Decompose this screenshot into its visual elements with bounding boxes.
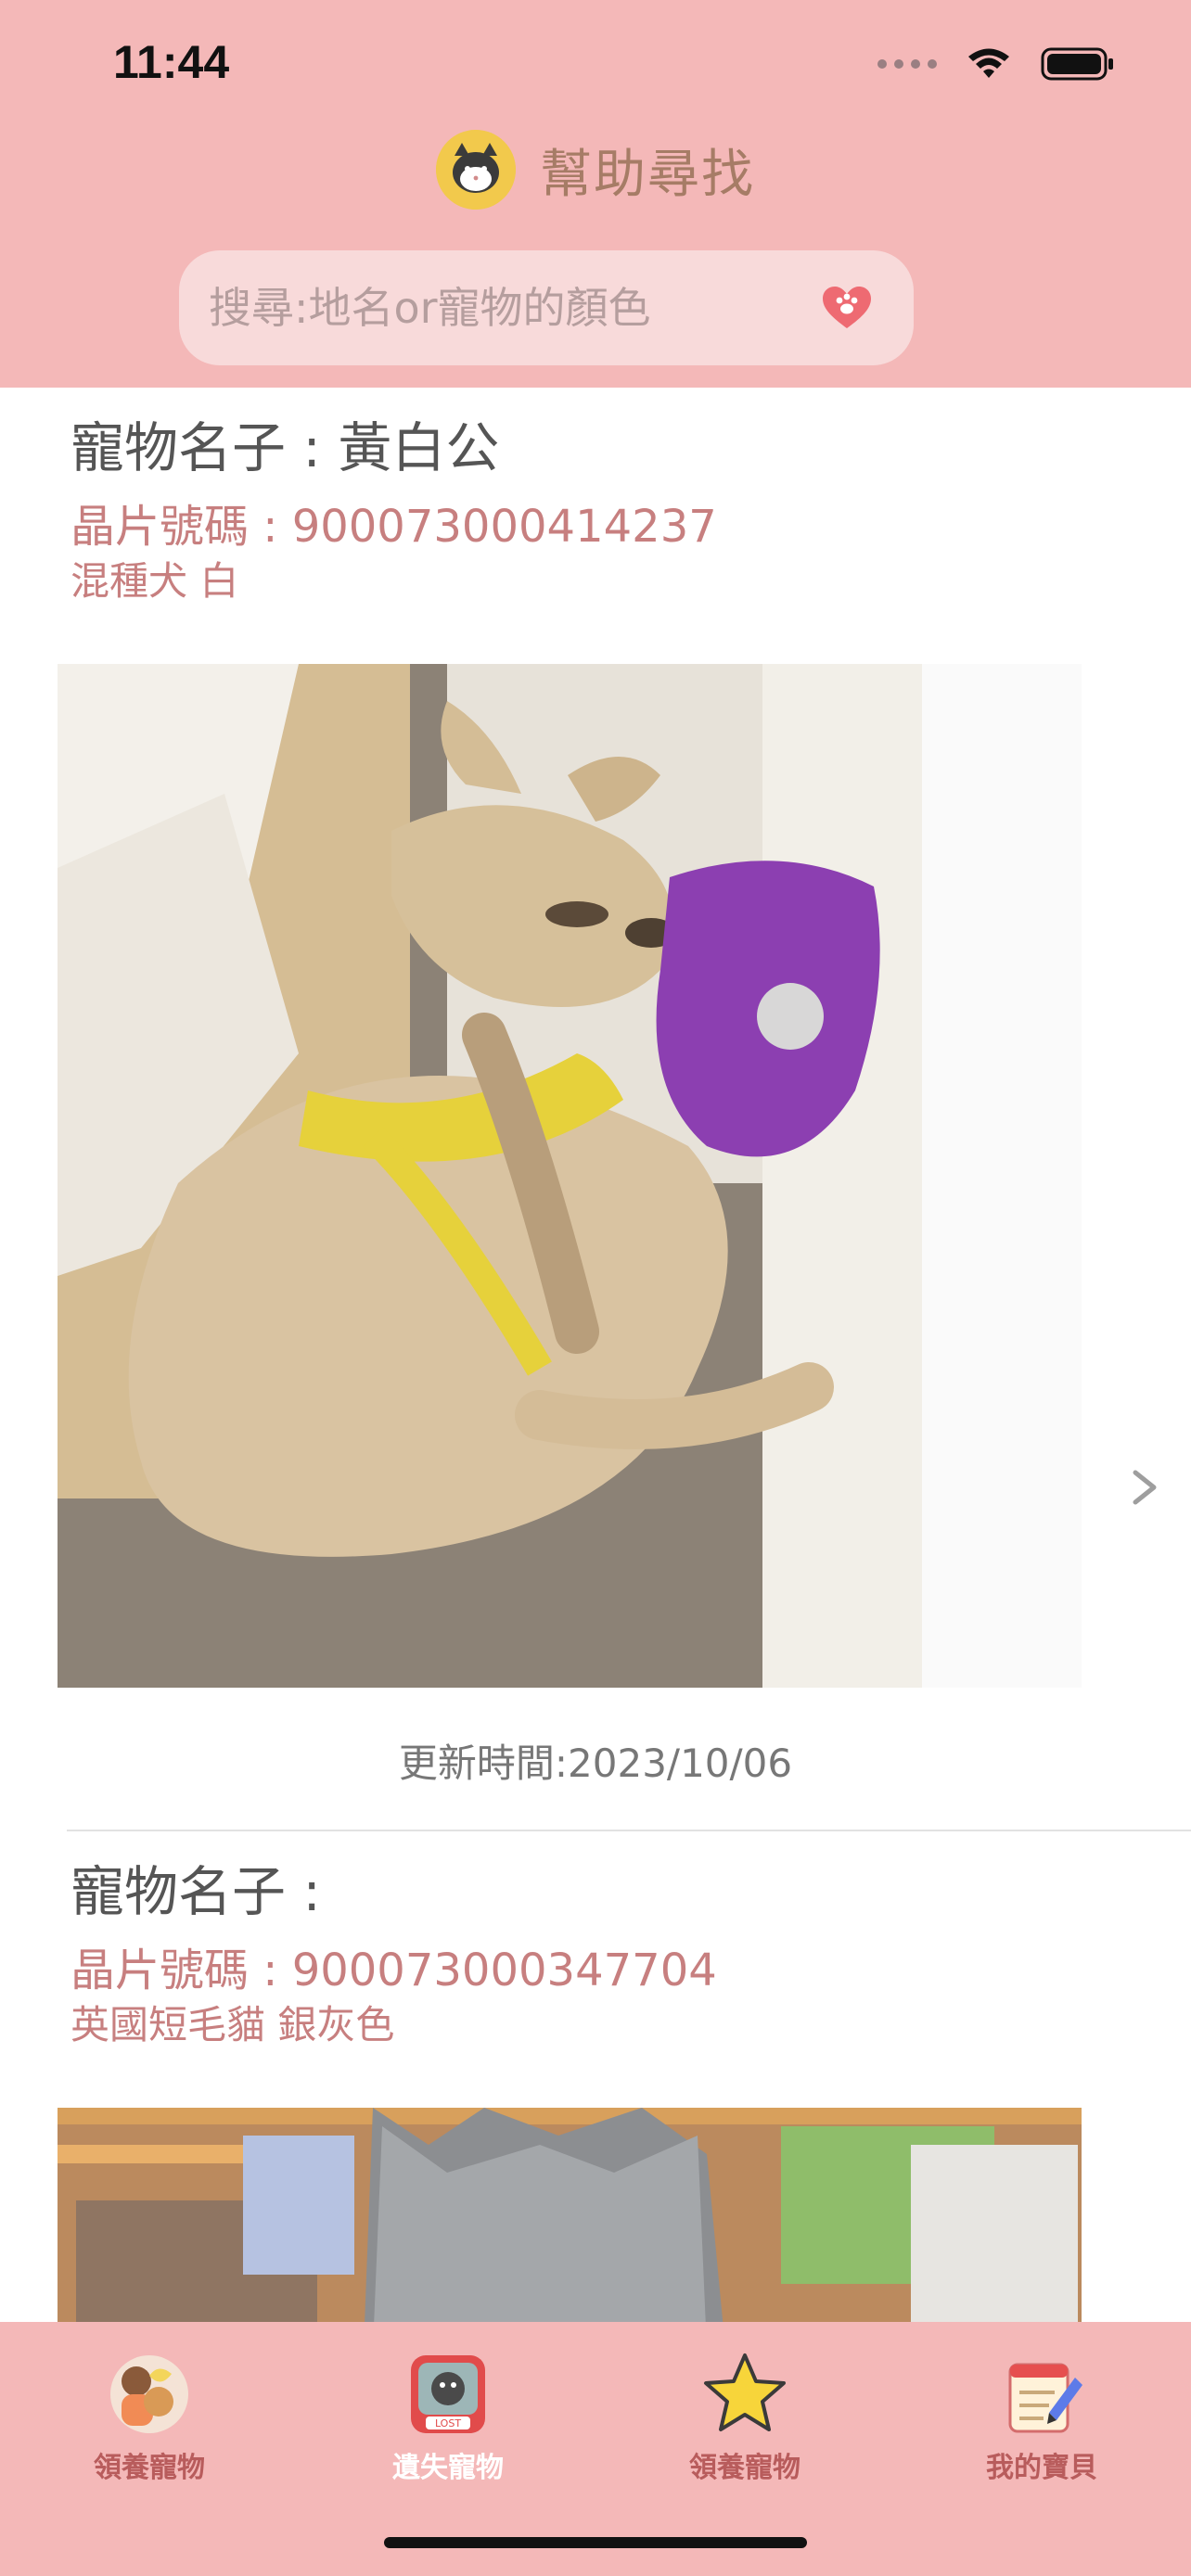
chip-number: 晶片號碼 : 900073000414237 — [70, 501, 717, 553]
page-title: 幫助尋找 — [540, 144, 755, 205]
pet-breed-color: 混種犬 白 — [70, 558, 239, 604]
header-bar: 11:44 幫助尋找 搜尋:地名or寵物的顏色 — [0, 0, 1191, 388]
tab-my-pets[interactable]: 我的寶貝 — [944, 2350, 1139, 2485]
pet-photo[interactable] — [58, 664, 922, 1688]
pet-breed-color: 英國短毛貓 銀灰色 — [70, 2002, 395, 2047]
tab-adopt-pets[interactable]: 領養寵物 — [52, 2350, 247, 2485]
pet-name: 寵物名子 : 黃白公 — [70, 416, 500, 479]
cat-avatar-icon — [436, 130, 516, 210]
tab-adopt-pets-favorites[interactable]: 領養寵物 — [647, 2350, 842, 2485]
chip-number: 晶片號碼 : 900073000347704 — [70, 1945, 717, 1996]
tab-label: 領養寵物 — [94, 2452, 205, 2484]
home-indicator — [384, 2537, 807, 2548]
adopt-icon — [105, 2350, 194, 2439]
signal-icon — [877, 59, 937, 69]
page-title-row: 幫助尋找 — [0, 130, 1191, 210]
tab-lost-pets[interactable]: LOST 遺失寵物 — [351, 2350, 545, 2485]
search-bar[interactable] — [179, 250, 914, 365]
star-icon — [700, 2350, 789, 2439]
status-indicators — [877, 46, 1115, 82]
paw-heart-icon[interactable] — [821, 285, 873, 331]
lost-pet-list[interactable]: 寵物名子 : 黃白公 晶片號碼 : 900073000414237 混種犬 白 — [0, 388, 1191, 2322]
pet-card[interactable]: 寵物名子 : 黃白公 晶片號碼 : 900073000414237 混種犬 白 — [0, 388, 1191, 1831]
pet-name: 寵物名子 : — [70, 1860, 321, 1923]
chevron-right-icon[interactable] — [1132, 1469, 1159, 1506]
wifi-icon — [968, 48, 1009, 78]
search-input[interactable] — [207, 282, 821, 334]
pet-card[interactable]: 寵物名子 : 晶片號碼 : 900073000347704 英國短毛貓 銀灰色 — [0, 1831, 1191, 2322]
tab-label: 我的寶貝 — [986, 2452, 1097, 2484]
status-time: 11:44 — [113, 36, 230, 88]
tab-label: 遺失寵物 — [392, 2452, 504, 2484]
pet-photo[interactable] — [58, 2108, 1082, 2322]
updated-time: 更新時間:2023/10/06 — [398, 1741, 793, 1786]
tab-label: 領養寵物 — [689, 2452, 800, 2484]
notebook-icon — [997, 2350, 1086, 2439]
lost-pet-icon: LOST — [403, 2350, 493, 2439]
svg-text:LOST: LOST — [435, 2417, 461, 2429]
battery-icon — [1041, 47, 1113, 81]
photo-carousel[interactable] — [58, 664, 1082, 1688]
